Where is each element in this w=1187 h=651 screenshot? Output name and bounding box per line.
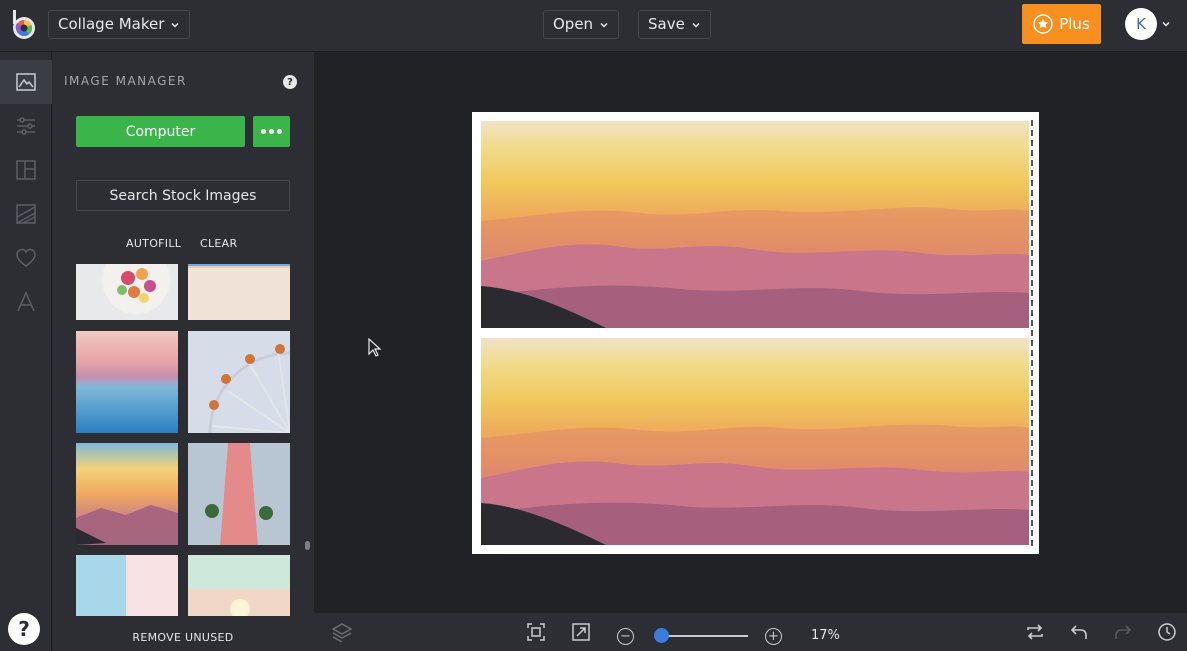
open-label: Open	[553, 15, 594, 33]
open-dropdown[interactable]: Open	[543, 10, 620, 39]
thumbnail-mountain-sunset[interactable]	[76, 443, 178, 545]
image-manager-panel: IMAGE MANAGER ? Computer Search Stock Im…	[52, 52, 314, 651]
app-menu-dropdown[interactable]: Collage Maker	[48, 10, 191, 39]
layout-icon	[16, 160, 36, 180]
zoom-out-button[interactable]: −	[617, 628, 634, 645]
avatar-initial: K	[1136, 15, 1146, 33]
collage-maker-app: Collage Maker Open Save Plus K ? IMAGE M…	[0, 0, 1187, 651]
autofill-button[interactable]: AUTOFILL	[126, 237, 181, 250]
adjust-sliders-icon	[17, 117, 35, 135]
top-bar: Collage Maker Open Save Plus K	[0, 0, 1187, 52]
mouse-pointer-icon	[368, 338, 382, 357]
panel-help-label: ?	[287, 76, 293, 88]
tool-rail: ?	[0, 52, 52, 651]
search-stock-images-button[interactable]: Search Stock Images	[76, 180, 290, 211]
thumbnail-lightbulb-hand[interactable]	[188, 555, 290, 616]
panel-title: IMAGE MANAGER	[64, 74, 187, 88]
thumbnail-grid	[76, 264, 290, 616]
rail-item-graphics[interactable]	[0, 236, 52, 280]
zoom-in-label: +	[768, 629, 779, 644]
rail-item-adjust[interactable]	[0, 104, 52, 148]
panel-scrollbar[interactable]	[305, 541, 310, 550]
thumbnail-candy-jar[interactable]	[76, 264, 178, 320]
rail-item-layouts[interactable]	[0, 148, 52, 192]
plus-upgrade-button[interactable]: Plus	[1022, 4, 1101, 44]
help-button[interactable]: ?	[8, 613, 40, 645]
zoom-in-button[interactable]: +	[765, 628, 782, 645]
actual-size-icon[interactable]	[571, 622, 591, 642]
thumbnail-pastel-wall[interactable]	[76, 555, 178, 616]
save-dropdown[interactable]: Save	[638, 10, 711, 39]
collage-canvas	[472, 112, 1039, 554]
chevron-down-icon[interactable]	[1161, 19, 1171, 29]
rail-item-background[interactable]	[0, 192, 52, 236]
thumbnail-building-facade[interactable]	[188, 443, 290, 545]
zoom-out-label: −	[620, 629, 631, 644]
thumbnail-ocean-sunset[interactable]	[76, 331, 178, 433]
chevron-down-icon	[692, 22, 700, 28]
zoom-level-label: 17%	[811, 628, 840, 643]
befunky-logo-icon[interactable]	[10, 10, 38, 40]
history-icon[interactable]	[1157, 622, 1177, 642]
thumbnail-beach-sand[interactable]	[188, 264, 290, 320]
layers-icon[interactable]	[332, 622, 352, 642]
swap-images-icon[interactable]	[1025, 622, 1045, 642]
chevron-down-icon	[600, 22, 608, 28]
app-menu-label: Collage Maker	[58, 15, 165, 33]
text-icon	[17, 291, 35, 312]
computer-label: Computer	[125, 123, 196, 140]
thumbnail-ferris-wheel[interactable]	[188, 331, 290, 433]
fit-to-screen-icon[interactable]	[526, 622, 546, 642]
question-icon[interactable]: ?	[283, 75, 297, 89]
chevron-down-icon	[171, 22, 179, 28]
redo-icon[interactable]	[1113, 622, 1133, 642]
clear-button[interactable]: CLEAR	[200, 237, 237, 250]
cell-resize-handle[interactable]	[1031, 120, 1033, 546]
zoom-slider-handle[interactable]	[654, 628, 669, 643]
image-icon	[16, 73, 36, 91]
remove-unused-button[interactable]: REMOVE UNUSED	[52, 631, 314, 644]
collage-cell-1[interactable]	[481, 121, 1029, 328]
more-options-icon[interactable]	[253, 116, 290, 147]
undo-icon[interactable]	[1069, 622, 1089, 642]
upload-computer-button[interactable]: Computer	[76, 116, 245, 147]
save-label: Save	[648, 15, 685, 33]
star-badge-icon	[1033, 14, 1053, 34]
rail-item-image-manager[interactable]	[0, 60, 52, 104]
background-icon	[16, 204, 36, 224]
collage-cell-2[interactable]	[481, 338, 1029, 545]
bottom-toolbar	[314, 613, 1187, 651]
rail-item-text[interactable]	[0, 280, 52, 324]
user-avatar[interactable]: K	[1125, 8, 1157, 40]
help-question-icon: ?	[18, 617, 30, 641]
plus-label: Plus	[1059, 15, 1090, 33]
search-stock-label: Search Stock Images	[109, 187, 257, 204]
zoom-slider-track[interactable]	[658, 635, 748, 637]
heart-icon	[16, 248, 36, 267]
